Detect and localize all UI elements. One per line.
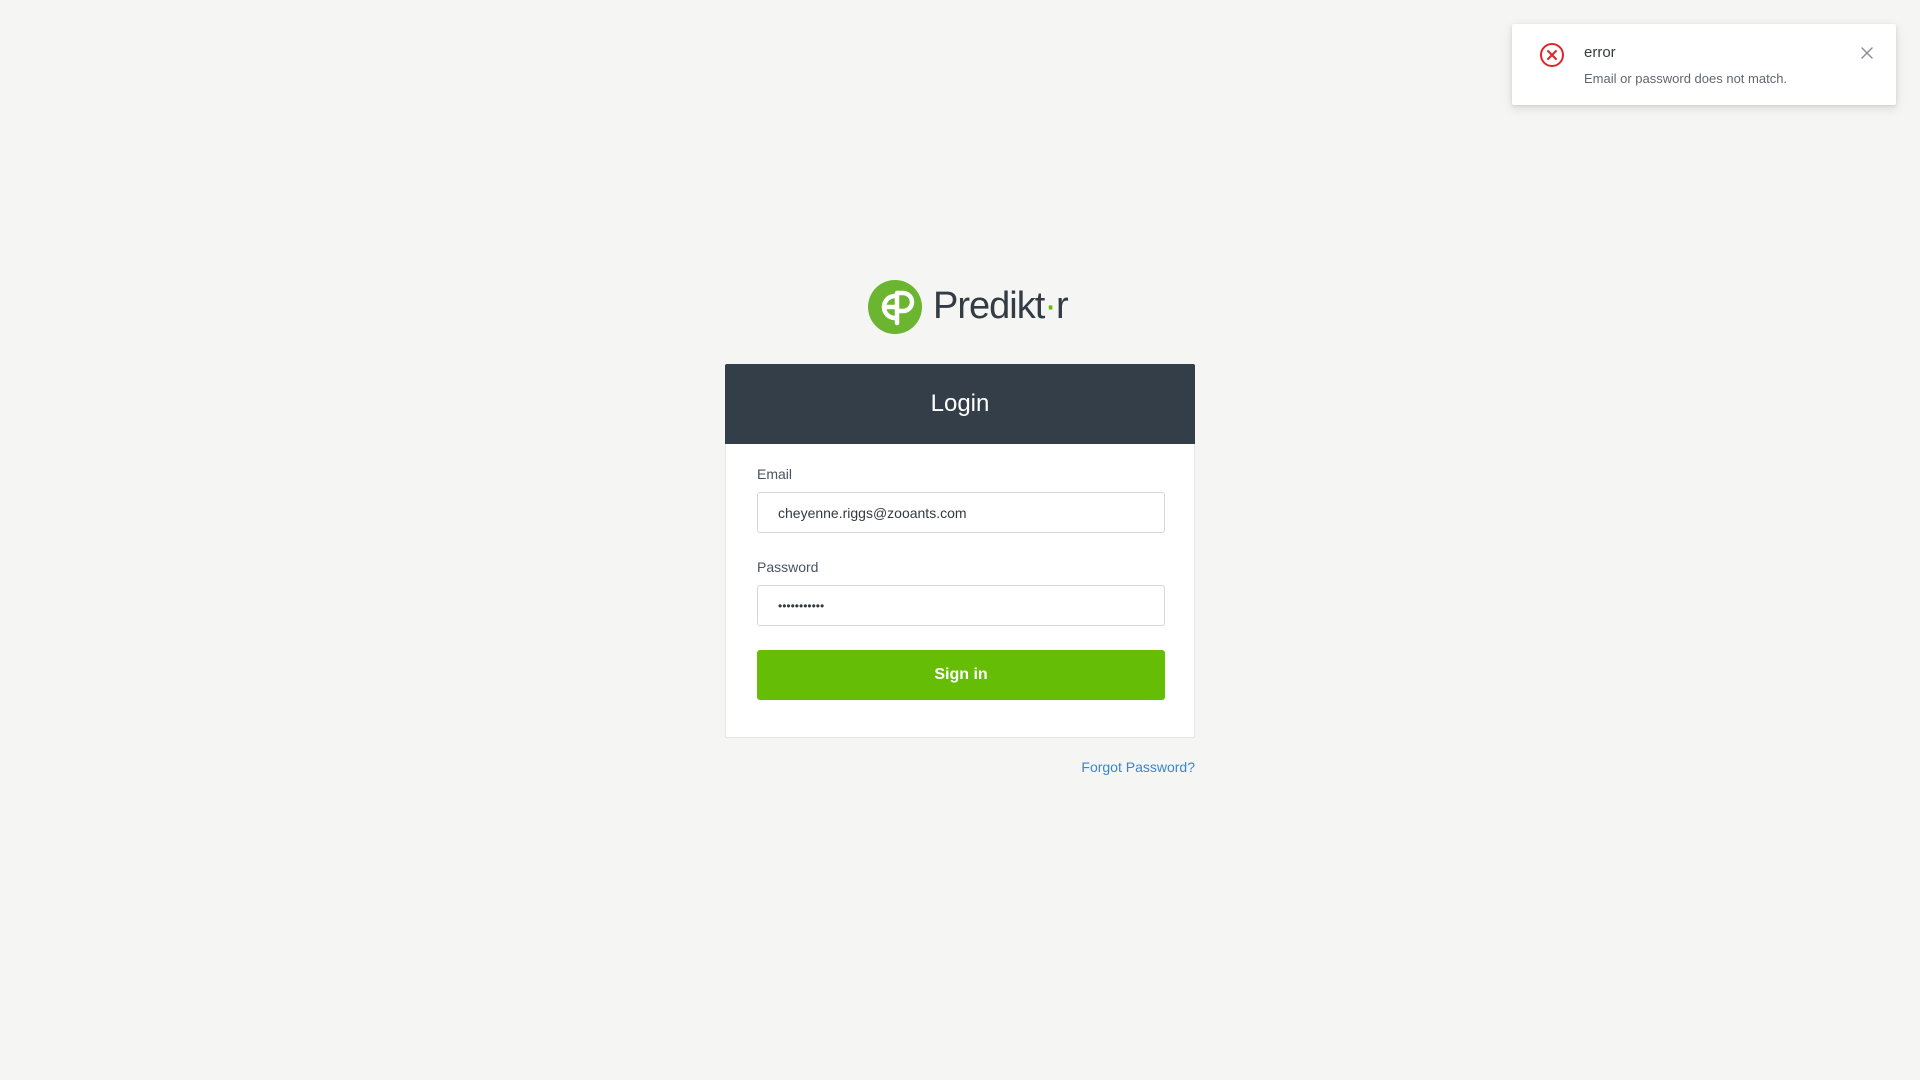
notification-message: Email or password does not match. [1584, 71, 1788, 86]
login-card: Login Email Password Sign in [725, 364, 1195, 738]
notification-title: error [1584, 44, 1616, 61]
close-icon[interactable] [1858, 44, 1876, 62]
sign-in-button[interactable]: Sign in [757, 650, 1165, 700]
forgot-password-link[interactable]: Forgot Password? [1000, 759, 1195, 775]
error-notification: error Email or password does not match. [1512, 24, 1896, 105]
login-title: Login [930, 390, 990, 417]
email-field[interactable] [757, 492, 1165, 533]
brand-logo: Predikt·r [867, 279, 1069, 335]
password-label: Password [757, 559, 819, 575]
prediktr-logo-icon [868, 280, 922, 334]
error-circle-icon [1540, 43, 1564, 67]
login-card-header: Login [725, 364, 1195, 444]
password-field[interactable] [757, 585, 1165, 626]
email-label: Email [757, 466, 793, 482]
brand-wordmark: Predikt·r [933, 285, 1069, 327]
